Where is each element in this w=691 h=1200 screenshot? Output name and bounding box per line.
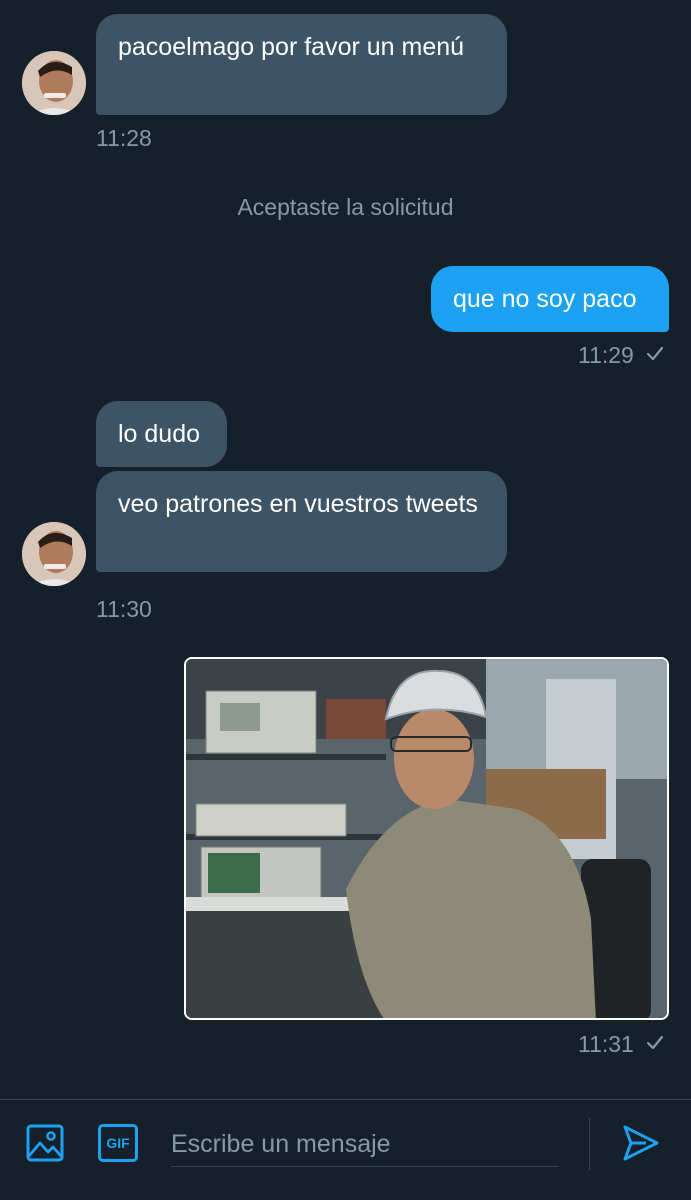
message-timestamp: 11:31 xyxy=(578,1031,634,1057)
message-bubble-outgoing[interactable]: que no soy paco xyxy=(431,266,669,332)
message-input[interactable] xyxy=(171,1122,559,1167)
message-text: pacoelmago por favor un menú xyxy=(118,33,465,61)
message-bubble-incoming[interactable]: veo patrones en vuestros tweets xyxy=(96,471,507,572)
sender-avatar[interactable] xyxy=(22,51,86,115)
lab-photo xyxy=(186,659,667,1018)
dm-conversation-screen: pacoelmago por favor un menú 11:28 Acept… xyxy=(0,0,691,1200)
gif-label: GIF xyxy=(106,1135,130,1151)
checkmark-icon xyxy=(646,1035,664,1050)
message-timestamp: 11:28 xyxy=(96,125,152,151)
message-timestamp: 11:30 xyxy=(96,596,152,622)
message-text: lo dudo xyxy=(118,420,201,448)
message-composer: GIF xyxy=(0,1099,691,1200)
composer-divider xyxy=(589,1118,590,1170)
request-accepted-note: Aceptaste la solicitud xyxy=(237,194,454,220)
message-text: veo patrones en vuestros tweets xyxy=(118,490,478,518)
message-image[interactable] xyxy=(184,657,669,1020)
message-bubble-incoming[interactable]: lo dudo xyxy=(96,401,227,467)
message-text: que no soy paco xyxy=(453,285,637,313)
gif-icon[interactable]: GIF xyxy=(98,1124,138,1162)
message-bubble-incoming[interactable]: pacoelmago por favor un menú xyxy=(96,14,507,115)
send-icon[interactable] xyxy=(622,1124,660,1162)
image-icon[interactable] xyxy=(26,1124,64,1162)
avatar-image xyxy=(22,51,86,115)
checkmark-icon xyxy=(646,346,664,361)
sender-avatar[interactable] xyxy=(22,522,86,586)
message-timestamp: 11:29 xyxy=(578,342,634,368)
avatar-image xyxy=(22,522,86,586)
